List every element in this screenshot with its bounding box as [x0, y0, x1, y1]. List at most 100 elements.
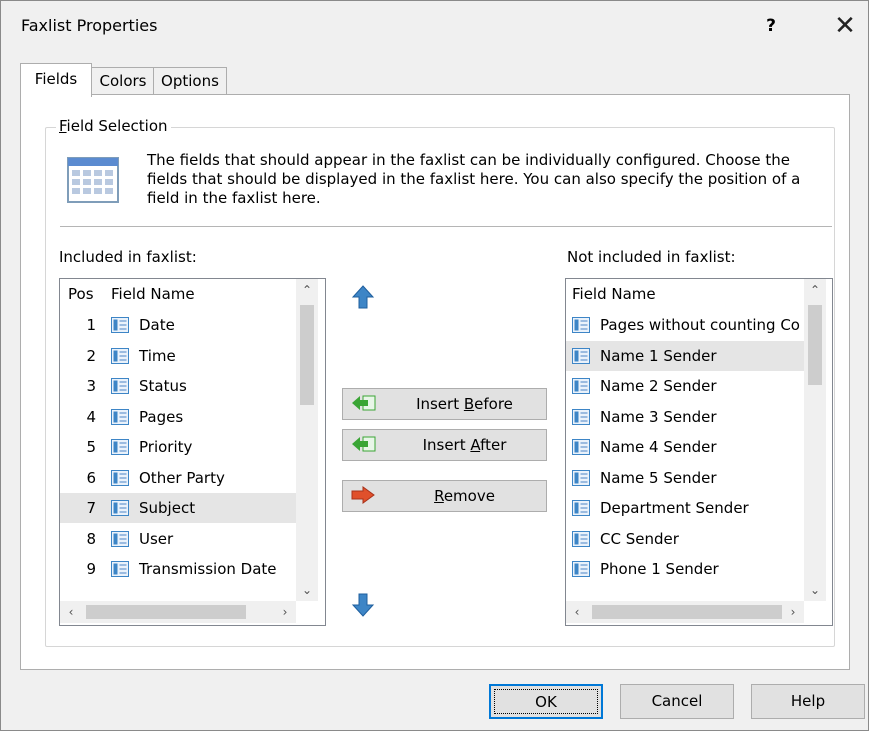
scroll-left-arrow-icon[interactable]: ‹: [566, 601, 588, 623]
tab-panel-fields: Field Selection The fields that should a…: [20, 94, 850, 670]
field-icon: [572, 469, 590, 486]
row-field-name: Priority: [139, 438, 193, 456]
field-icon: [572, 347, 590, 364]
field-icon: [572, 317, 590, 333]
field-icon: [111, 469, 129, 486]
field-selection-description: The fields that should appear in the fax…: [147, 151, 801, 207]
scroll-thumb[interactable]: [592, 605, 782, 619]
scroll-thumb[interactable]: [86, 605, 246, 619]
separator: [60, 226, 832, 227]
tab-colors[interactable]: Colors: [91, 67, 155, 95]
scroll-left-arrow-icon[interactable]: ‹: [60, 601, 82, 623]
scroll-right-arrow-icon[interactable]: ›: [274, 601, 296, 623]
row-field-name: Time: [139, 346, 176, 365]
row-field-name: Name 2 Sender: [600, 377, 717, 395]
field-selection-label: Field Selection: [56, 117, 171, 135]
not-included-horizontal-scrollbar[interactable]: ‹ ›: [566, 601, 804, 623]
field-icon: [111, 378, 129, 394]
list-item[interactable]: Name 2 Sender: [566, 371, 804, 401]
list-item[interactable]: 2 Time: [60, 341, 296, 371]
column-header-pos[interactable]: Pos: [68, 279, 94, 309]
column-header-field-name[interactable]: Field Name: [111, 279, 195, 309]
list-item[interactable]: Name 3 Sender: [566, 402, 804, 432]
list-item[interactable]: 4 Pages: [60, 402, 296, 432]
field-icon: [111, 408, 129, 425]
insert-before-button[interactable]: Insert Before: [342, 388, 547, 420]
scroll-thumb[interactable]: [300, 305, 314, 405]
list-item[interactable]: Department Sender: [566, 493, 804, 523]
row-field-name: Name 5 Sender: [600, 468, 717, 487]
included-listbox[interactable]: Pos Field Name 1 Date 2 Time 3 Status 4 Pages 5 P…: [59, 278, 326, 626]
help-button[interactable]: Help: [751, 684, 865, 719]
row-position: 5: [86, 438, 96, 456]
row-field-name: Other Party: [139, 468, 225, 487]
help-titlebar-button[interactable]: ?: [756, 9, 786, 43]
row-field-name: Transmission Date: [139, 560, 277, 578]
scroll-thumb[interactable]: [808, 305, 822, 385]
insert-left-arrow-icon: [352, 436, 376, 452]
list-item[interactable]: 3 Status: [60, 371, 296, 401]
list-item[interactable]: Name 5 Sender: [566, 463, 804, 493]
tab-options[interactable]: Options: [153, 67, 227, 95]
row-position: 1: [86, 316, 96, 334]
scroll-down-arrow-icon[interactable]: ⌄: [296, 579, 318, 601]
list-item[interactable]: 8 User: [60, 524, 296, 554]
list-item[interactable]: Phone 1 Sender: [566, 554, 804, 584]
calendar-grid-icon: [67, 157, 119, 203]
field-icon: [572, 561, 590, 577]
row-position: 6: [86, 468, 96, 487]
scroll-down-arrow-icon[interactable]: ⌄: [804, 579, 826, 601]
not-included-listbox[interactable]: Field Name Pages without counting Co Name…: [565, 278, 833, 626]
row-position: 2: [86, 346, 96, 365]
not-included-vertical-scrollbar[interactable]: ⌃ ⌄: [804, 279, 826, 601]
row-position: 8: [86, 529, 96, 548]
row-field-name: Status: [139, 377, 187, 395]
included-horizontal-scrollbar[interactable]: ‹ ›: [60, 601, 296, 623]
field-icon: [111, 347, 129, 364]
insert-left-arrow-icon: [352, 395, 376, 411]
field-icon: [111, 439, 129, 455]
row-position: 7: [86, 499, 96, 517]
row-field-name: Phone 1 Sender: [600, 560, 719, 578]
field-icon: [572, 378, 590, 394]
ok-button[interactable]: OK: [489, 684, 603, 719]
included-label: Included in faxlist:: [59, 248, 197, 266]
field-icon: [111, 561, 129, 577]
scroll-right-arrow-icon[interactable]: ›: [782, 601, 804, 623]
close-button[interactable]: ✕: [827, 7, 863, 45]
row-field-name: Name 1 Sender: [600, 346, 717, 365]
row-field-name: User: [139, 529, 174, 548]
row-field-name: Subject: [139, 499, 196, 517]
column-header-field-name[interactable]: Field Name: [572, 279, 656, 309]
list-item[interactable]: 9 Transmission Date: [60, 554, 296, 584]
list-item[interactable]: CC Sender: [566, 524, 804, 554]
row-field-name: Pages: [139, 407, 184, 426]
list-item[interactable]: Name 1 Sender: [566, 340, 804, 371]
cancel-button[interactable]: Cancel: [620, 684, 734, 719]
row-field-name: Department Sender: [600, 499, 749, 517]
move-up-button[interactable]: [347, 281, 379, 313]
list-item[interactable]: Pages without counting Co: [566, 310, 804, 340]
row-field-name: Pages without counting Co: [600, 316, 800, 334]
scroll-up-arrow-icon[interactable]: ⌃: [296, 279, 318, 301]
move-down-button[interactable]: [347, 589, 379, 621]
row-field-name: CC Sender: [600, 529, 679, 548]
list-item[interactable]: Name 4 Sender: [566, 432, 804, 462]
not-included-label: Not included in faxlist:: [567, 248, 736, 266]
remove-button[interactable]: Remove: [342, 480, 547, 512]
list-item[interactable]: 1 Date: [60, 310, 296, 340]
row-position: 3: [86, 377, 96, 395]
scroll-up-arrow-icon[interactable]: ⌃: [804, 279, 826, 301]
insert-after-button[interactable]: Insert After: [342, 429, 547, 461]
row-position: 9: [86, 560, 96, 578]
included-vertical-scrollbar[interactable]: ⌃ ⌄: [296, 279, 318, 601]
field-icon: [111, 317, 129, 333]
field-icon: [572, 439, 590, 455]
tab-fields[interactable]: Fields: [20, 63, 92, 97]
list-item[interactable]: 5 Priority: [60, 432, 296, 462]
title-bar: Faxlist Properties ? ✕: [1, 1, 868, 53]
list-item[interactable]: 6 Other Party: [60, 463, 296, 493]
list-item[interactable]: 7 Subject: [60, 493, 296, 523]
row-field-name: Date: [139, 316, 175, 334]
row-field-name: Name 3 Sender: [600, 407, 717, 426]
